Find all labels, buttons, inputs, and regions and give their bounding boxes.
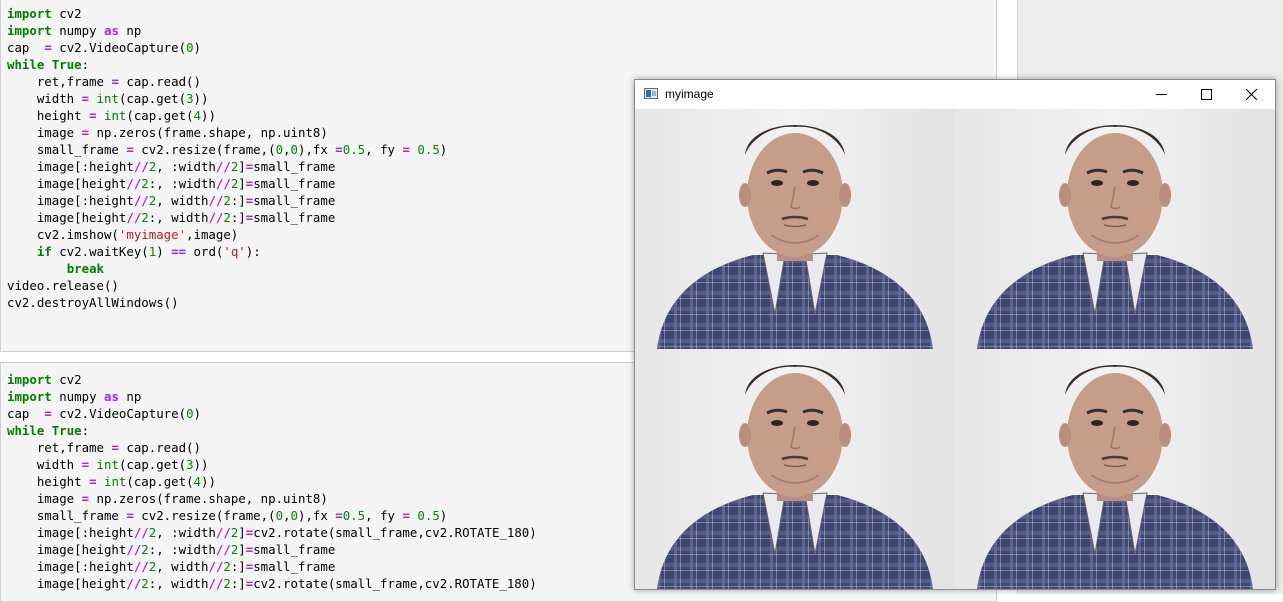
code-line[interactable]: image[height//2:, width//2:]=cv2.rotate(… xyxy=(7,576,537,591)
code-line[interactable]: cap = cv2.VideoCapture(0) xyxy=(7,406,201,421)
code-line[interactable]: cv2.imshow('myimage',image) xyxy=(7,227,238,242)
image-display xyxy=(635,109,1275,589)
code-line[interactable]: small_frame = cv2.resize(frame,(0,0),fx … xyxy=(7,508,447,523)
code-line[interactable]: image[:height//2, width//2:]=small_frame xyxy=(7,559,335,574)
close-button[interactable] xyxy=(1229,80,1274,109)
window-titlebar[interactable]: myimage xyxy=(635,80,1275,109)
close-icon xyxy=(1246,89,1257,100)
code-line[interactable]: import numpy as np xyxy=(7,23,141,38)
code-line[interactable]: while True: xyxy=(7,57,89,72)
webcam-frame-bottom-left xyxy=(635,349,955,589)
code-line[interactable]: import cv2 xyxy=(7,372,82,387)
code-line[interactable]: import numpy as np xyxy=(7,389,141,404)
code-line[interactable]: image[height//2:, :width//2]=small_frame xyxy=(7,542,335,557)
opencv-window-icon xyxy=(644,88,658,99)
window-title: myimage xyxy=(665,87,714,101)
maximize-button[interactable] xyxy=(1184,80,1229,109)
code-line[interactable]: height = int(cap.get(4)) xyxy=(7,108,216,123)
code-line[interactable]: cap = cv2.VideoCapture(0) xyxy=(7,40,201,55)
minimize-icon xyxy=(1156,94,1167,95)
code-line[interactable]: if cv2.waitKey(1) == ord('q'): xyxy=(7,244,261,259)
code-line[interactable]: image[:height//2, :width//2]=cv2.rotate(… xyxy=(7,525,537,540)
code-line[interactable]: image[:height//2, :width//2]=small_frame xyxy=(7,159,335,174)
code-line[interactable]: ret,frame = cap.read() xyxy=(7,440,201,455)
code-line[interactable]: image[height//2:, :width//2]=small_frame xyxy=(7,176,335,191)
code-line[interactable]: break xyxy=(7,261,104,276)
code-line[interactable]: ret,frame = cap.read() xyxy=(7,74,201,89)
code-cell-2-source[interactable]: import cv2 import numpy as np cap = cv2.… xyxy=(7,371,537,592)
code-line[interactable]: image = np.zeros(frame.shape, np.uint8) xyxy=(7,491,328,506)
webcam-frame-bottom-right xyxy=(955,349,1275,589)
code-line[interactable]: width = int(cap.get(3)) xyxy=(7,91,209,106)
maximize-icon xyxy=(1201,89,1212,100)
code-line[interactable]: video.release() xyxy=(7,278,119,293)
code-line[interactable]: while True: xyxy=(7,423,89,438)
opencv-image-window[interactable]: myimage xyxy=(634,79,1276,590)
minimize-button[interactable] xyxy=(1139,80,1184,109)
code-line[interactable]: image[:height//2, width//2:]=small_frame xyxy=(7,193,335,208)
code-line[interactable]: small_frame = cv2.resize(frame,(0,0),fx … xyxy=(7,142,447,157)
webcam-frame-top-right xyxy=(955,109,1275,349)
code-cell-1-source[interactable]: import cv2 import numpy as np cap = cv2.… xyxy=(7,5,447,311)
code-line[interactable]: image[height//2:, width//2:]=small_frame xyxy=(7,210,335,225)
code-line[interactable]: image = np.zeros(frame.shape, np.uint8) xyxy=(7,125,328,140)
code-line[interactable]: cv2.destroyAllWindows() xyxy=(7,295,179,310)
code-line[interactable]: width = int(cap.get(3)) xyxy=(7,457,209,472)
code-line[interactable]: import cv2 xyxy=(7,6,82,21)
code-line[interactable]: height = int(cap.get(4)) xyxy=(7,474,216,489)
webcam-frame-top-left xyxy=(635,109,955,349)
